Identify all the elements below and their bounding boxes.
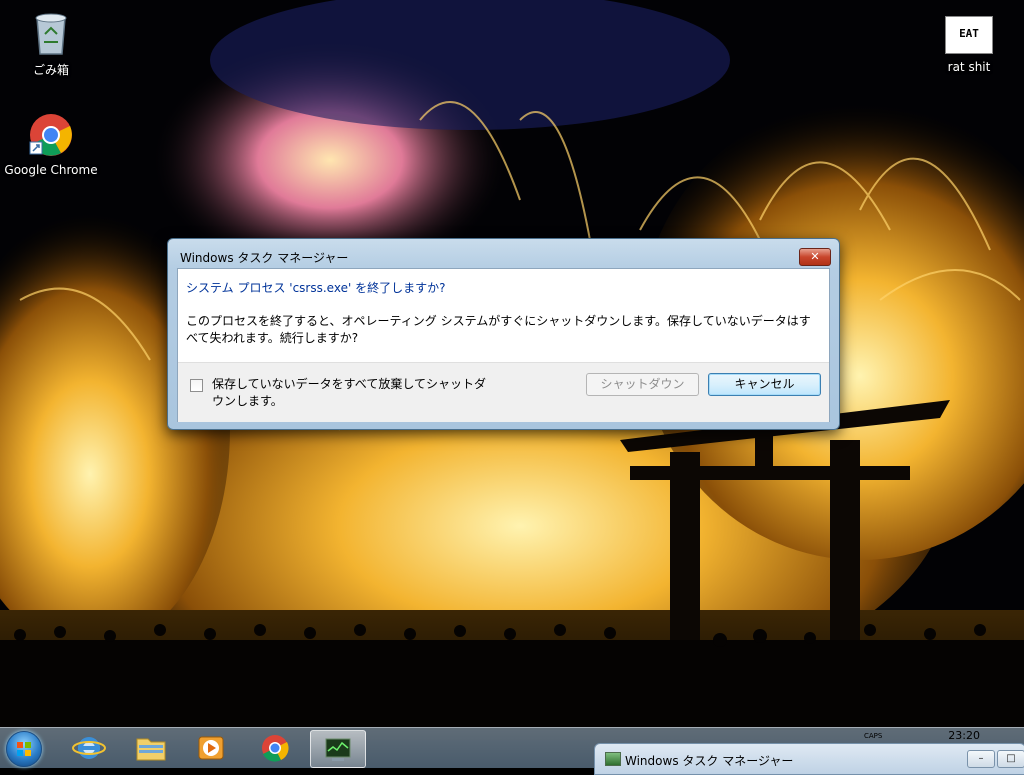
shutdown-button[interactable]: シャットダウン (586, 373, 699, 396)
minimize-button[interactable]: – (967, 750, 995, 768)
media-player-icon (198, 736, 224, 760)
dialog-body: システム プロセス 'csrss.exe' を終了しますか? このプロセスを終了… (177, 268, 830, 422)
taskbar-chrome[interactable] (250, 730, 300, 766)
system-tray: CAPS (704, 730, 954, 744)
minimized-task-manager-window[interactable]: Windows タスク マネージャー – □ (594, 743, 1024, 775)
window-title: Windows タスク マネージャー (625, 754, 794, 768)
task-manager-dialog: Windows タスク マネージャー ✕ システム プロセス 'csrss.ex… (167, 238, 840, 430)
caps-indicator: CAPS (864, 732, 883, 740)
dialog-content-text: このプロセスを終了すると、オペレーティング システムがすぐにシャットダウンします… (186, 314, 811, 345)
windows-logo-icon (17, 742, 31, 756)
checkbox-label[interactable]: 保存していないデータをすべて放棄してシャットダウンします。 (212, 376, 492, 410)
desktop-icon-recycle-bin[interactable]: ごみ箱 (1, 8, 101, 78)
desktop-icon-label: ごみ箱 (32, 63, 69, 77)
cancel-button[interactable]: キャンセル (708, 373, 821, 396)
eat-shit-image-icon: EAT SHIT (945, 16, 993, 74)
dialog-footer: 保存していないデータをすべて放棄してシャットダウンします。 シャットダウン キャ… (178, 362, 829, 422)
taskbar-media-player[interactable] (186, 730, 236, 766)
desktop-icon-google-chrome[interactable]: Google Chrome (1, 112, 101, 177)
desktop-icon-label: rat shit (947, 60, 991, 74)
explorer-folder-icon (136, 738, 166, 761)
internet-explorer-icon (72, 737, 106, 759)
dialog-title: Windows タスク マネージャー (180, 251, 349, 265)
chrome-icon (29, 114, 72, 156)
task-manager-icon (325, 738, 351, 761)
start-button[interactable] (6, 731, 42, 767)
taskbar-task-manager[interactable] (310, 730, 366, 768)
desktop-icon-label: Google Chrome (4, 163, 98, 177)
desktop-icon-rat-shit[interactable]: EAT SHIT rat shit (919, 16, 1019, 74)
chrome-icon (262, 735, 289, 762)
clock[interactable]: 23:20 (948, 729, 980, 742)
taskbar-internet-explorer[interactable] (64, 730, 114, 766)
main-instruction: システム プロセス 'csrss.exe' を終了しますか? (186, 281, 446, 295)
recycle-bin-icon (35, 13, 67, 55)
taskbar-explorer[interactable] (126, 730, 176, 766)
abandon-data-checkbox[interactable] (190, 379, 203, 392)
restore-button[interactable]: □ (997, 750, 1024, 768)
close-button[interactable]: ✕ (799, 248, 831, 266)
task-manager-icon (605, 752, 621, 766)
